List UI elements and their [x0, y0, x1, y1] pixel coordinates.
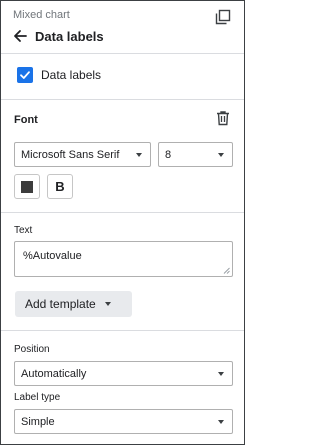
- chevron-down-icon: [218, 372, 224, 376]
- position-select[interactable]: Automatically: [14, 361, 233, 386]
- data-labels-checkbox-label: Data labels: [41, 68, 102, 82]
- checkmark-icon: [20, 71, 30, 79]
- data-labels-checkbox[interactable]: [17, 67, 33, 83]
- divider: [1, 99, 244, 100]
- data-labels-checkbox-row[interactable]: Data labels: [17, 66, 101, 84]
- panel-breadcrumb: Mixed chart: [13, 9, 70, 21]
- color-swatch: [21, 180, 33, 193]
- font-color-button[interactable]: [14, 174, 40, 199]
- font-family-select[interactable]: Microsoft Sans Serif: [14, 142, 151, 167]
- format-panel: Mixed chart Data labels Data labels Font…: [0, 0, 245, 445]
- label-type-label: Label type: [14, 392, 61, 403]
- position-label: Position: [14, 344, 50, 355]
- font-family-value: Microsoft Sans Serif: [21, 148, 120, 161]
- divider: [1, 212, 244, 213]
- back-header: Data labels: [13, 27, 104, 45]
- bold-icon: B: [55, 179, 65, 194]
- chevron-down-icon: [218, 420, 224, 424]
- chevron-down-icon: [104, 302, 111, 306]
- label-type-value: Simple: [21, 415, 55, 428]
- add-template-label: Add template: [25, 297, 96, 311]
- add-template-button[interactable]: Add template: [15, 291, 132, 317]
- detach-panel-icon[interactable]: [215, 9, 231, 25]
- chevron-down-icon: [218, 153, 224, 157]
- divider: [1, 53, 244, 54]
- resize-grip-icon[interactable]: [223, 267, 230, 274]
- text-template-value: %Autovalue: [23, 250, 82, 262]
- text-template-input[interactable]: %Autovalue: [14, 241, 233, 277]
- font-section-title: Font: [14, 114, 38, 126]
- back-arrow-icon[interactable]: [13, 29, 27, 43]
- divider: [1, 330, 244, 331]
- panel-title: Data labels: [35, 28, 104, 44]
- font-size-select[interactable]: 8: [158, 142, 233, 167]
- font-size-value: 8: [165, 148, 172, 161]
- trash-icon[interactable]: [215, 110, 231, 126]
- chevron-down-icon: [136, 153, 142, 157]
- position-value: Automatically: [21, 367, 87, 380]
- bold-button[interactable]: B: [47, 174, 73, 199]
- text-field-label: Text: [14, 225, 33, 236]
- label-type-select[interactable]: Simple: [14, 409, 233, 434]
